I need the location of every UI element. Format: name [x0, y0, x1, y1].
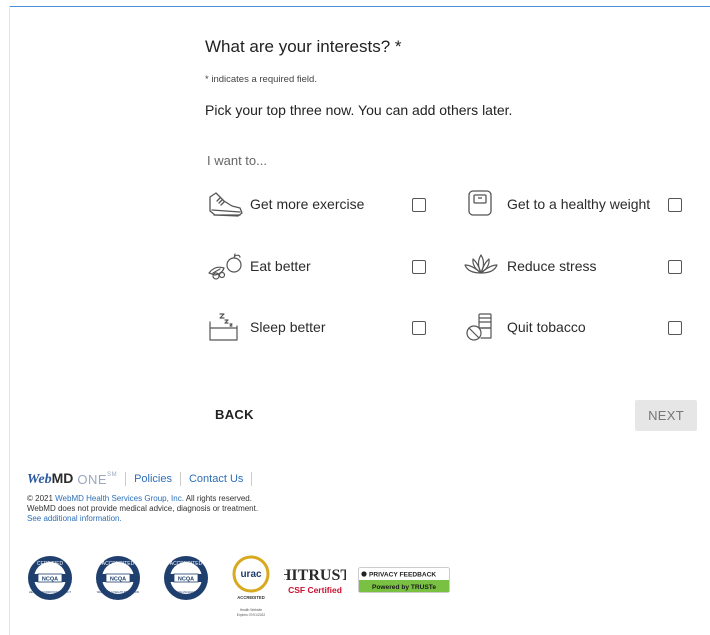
option-quit-tobacco[interactable]: Quit tobacco [464, 312, 694, 342]
option-reduce-stress[interactable]: Reduce stress [464, 251, 694, 281]
hitrust-badge: HITRUST CSF Certified [284, 567, 346, 595]
sleep-better-checkbox[interactable] [412, 321, 426, 335]
page-title: What are your interests? * [205, 37, 402, 56]
next-button[interactable]: NEXT [635, 400, 697, 431]
ncqa-certified-badge: CERTIFIED NCQA HEALTH INFORMATION PRODUC… [28, 556, 72, 600]
webmd-logo: WebMD [27, 470, 74, 487]
scale-icon [464, 189, 502, 219]
no-smoking-icon [464, 312, 502, 342]
exercise-checkbox[interactable] [412, 198, 426, 212]
copyright-block: © 2021 WebMD Health Services Group, Inc.… [27, 494, 327, 524]
back-button[interactable]: BACK [215, 407, 254, 422]
svg-text:NCQA: NCQA [178, 577, 194, 583]
svg-text:Powered by TRUSTe: Powered by TRUSTe [372, 584, 436, 591]
quit-tobacco-checkbox[interactable] [668, 321, 682, 335]
policies-link[interactable]: Policies [134, 473, 172, 485]
interest-prompt: I want to... [207, 153, 267, 168]
contact-us-link[interactable]: Contact Us [189, 473, 243, 485]
svg-text:CERTIFIED: CERTIFIED [37, 561, 64, 567]
intro-text: Pick your top three now. You can add oth… [205, 102, 513, 118]
lotus-icon [464, 251, 502, 281]
sneaker-icon [207, 189, 245, 219]
svg-text:Health Website: Health Website [240, 608, 262, 612]
option-get-more-exercise[interactable]: Get more exercise [207, 189, 437, 219]
svg-text:NCQA: NCQA [42, 577, 58, 583]
svg-text:DISEASE MANAGEMENT: DISEASE MANAGEMENT [171, 590, 202, 594]
svg-text:ACCREDITED: ACCREDITED [237, 595, 264, 600]
svg-text:Expires 07/01/2022: Expires 07/01/2022 [237, 613, 266, 617]
bed-icon [207, 312, 245, 342]
required-note: * indicates a required field. [205, 74, 317, 85]
option-label: Eat better [250, 258, 311, 274]
divider [125, 472, 127, 486]
disclaimer-text: WebMD does not provide medical advice, d… [27, 504, 259, 513]
truste-privacy-badge[interactable]: PRIVACY FEEDBACK Powered by TRUSTe [358, 567, 450, 593]
company-link[interactable]: WebMD Health Services Group, Inc. [55, 494, 184, 503]
option-eat-better[interactable]: Eat better [207, 251, 437, 281]
healthy-weight-checkbox[interactable] [668, 198, 682, 212]
reduce-stress-checkbox[interactable] [668, 260, 682, 274]
produce-icon [207, 251, 245, 281]
option-label: Quit tobacco [507, 319, 586, 335]
ncqa-wellness-badge: ACCREDITED NCQA WELLNESS & HEALTH PROMOT… [96, 556, 140, 600]
svg-text:CSF Certified: CSF Certified [288, 585, 342, 595]
footer-brand-row: WebMD ONESM Policies Contact Us [27, 470, 260, 488]
svg-text:PRIVACY FEEDBACK: PRIVACY FEEDBACK [369, 572, 436, 579]
svg-text:HEALTH INFORMATION PRODUCT: HEALTH INFORMATION PRODUCT [29, 590, 72, 594]
urac-badge: urac ACCREDITED Health Website Expires 0… [232, 555, 270, 617]
left-border [9, 6, 10, 635]
svg-text:HITRUST: HITRUST [284, 567, 346, 584]
svg-text:WELLNESS & HEALTH PROMOTION: WELLNESS & HEALTH PROMOTION [97, 591, 140, 594]
ncqa-disease-management-badge: ACCREDITED NCQA DISEASE MANAGEMENT [164, 556, 208, 600]
additional-info-link[interactable]: See additional information. [27, 514, 327, 524]
option-sleep-better[interactable]: Sleep better [207, 312, 437, 342]
eat-better-checkbox[interactable] [412, 260, 426, 274]
webmd-one-label: ONESM [77, 471, 118, 487]
divider [251, 472, 253, 486]
svg-text:ACCREDITED: ACCREDITED [170, 561, 203, 567]
svg-text:ACCREDITED: ACCREDITED [102, 561, 135, 567]
svg-text:urac: urac [240, 569, 262, 580]
option-healthy-weight[interactable]: Get to a healthy weight [464, 189, 694, 219]
option-label: Reduce stress [507, 258, 597, 274]
option-label: Get to a healthy weight [507, 196, 651, 212]
top-rule [10, 6, 710, 7]
divider [179, 472, 181, 486]
option-label: Get more exercise [250, 196, 365, 212]
option-label: Sleep better [250, 319, 326, 335]
svg-text:NCQA: NCQA [110, 577, 126, 583]
